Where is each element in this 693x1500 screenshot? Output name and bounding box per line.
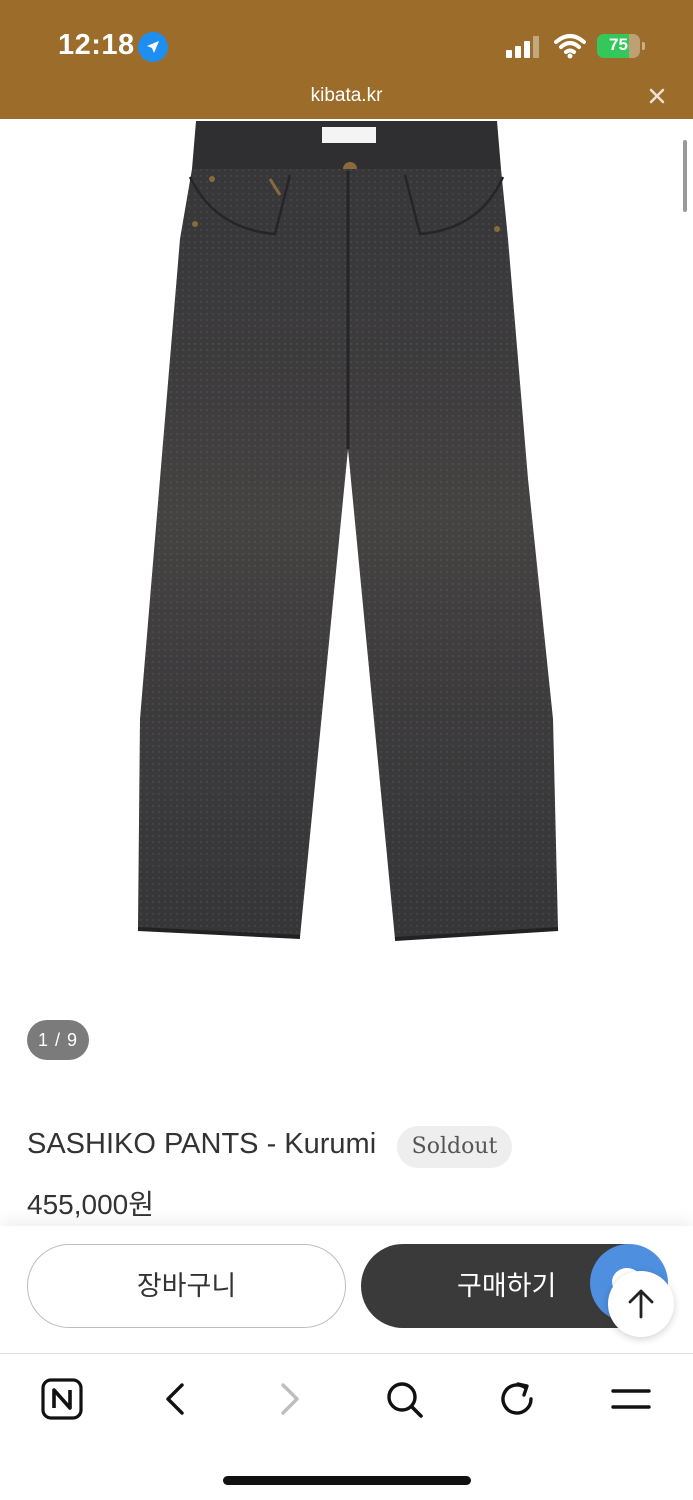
home-indicator[interactable] — [223, 1476, 471, 1485]
battery-percent: 75 — [609, 35, 628, 54]
reload-icon[interactable] — [492, 1374, 542, 1424]
scroll-to-top-button[interactable] — [608, 1271, 674, 1337]
naver-icon[interactable] — [37, 1374, 87, 1424]
image-counter: 1 / 9 — [27, 1020, 89, 1060]
product-price: 455,000원 — [27, 1189, 154, 1220]
search-icon[interactable] — [379, 1374, 429, 1424]
scroll-indicator[interactable] — [683, 140, 687, 212]
wifi-icon — [554, 33, 586, 59]
status-badge: Soldout — [397, 1126, 512, 1168]
arrow-up-icon — [628, 1289, 654, 1319]
product-image[interactable] — [0, 119, 693, 999]
menu-icon[interactable] — [606, 1374, 656, 1424]
forward-icon[interactable] — [265, 1374, 315, 1424]
browser-top-bar: 12:18 75 kibata.kr — [0, 0, 693, 119]
url-bar[interactable]: kibata.kr — [0, 85, 693, 107]
product-title: SASHIKO PANTS - Kurumi — [27, 1128, 377, 1160]
location-arrow-icon — [138, 32, 168, 62]
cellular-signal-icon — [506, 36, 542, 58]
back-icon[interactable] — [150, 1374, 200, 1424]
battery-icon: 75 — [597, 34, 645, 58]
add-to-cart-button[interactable]: 장바구니 — [27, 1244, 346, 1328]
close-icon[interactable] — [645, 84, 669, 108]
purchase-bar: 장바구니 구매하기 — [0, 1226, 693, 1354]
status-time: 12:18 — [58, 29, 135, 61]
